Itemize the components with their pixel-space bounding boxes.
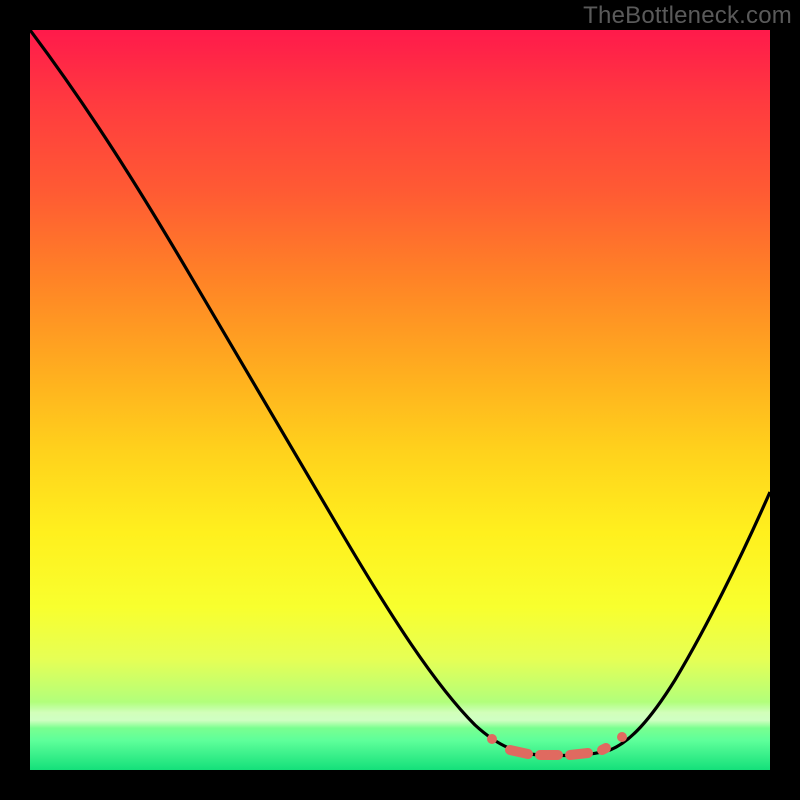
bottleneck-curve: [30, 30, 770, 770]
flat-region-highlight: [492, 737, 622, 755]
curve-path: [30, 30, 770, 755]
plot-area: [30, 30, 770, 770]
watermark-text: TheBottleneck.com: [583, 2, 792, 30]
chart-frame: TheBottleneck.com: [0, 0, 800, 800]
